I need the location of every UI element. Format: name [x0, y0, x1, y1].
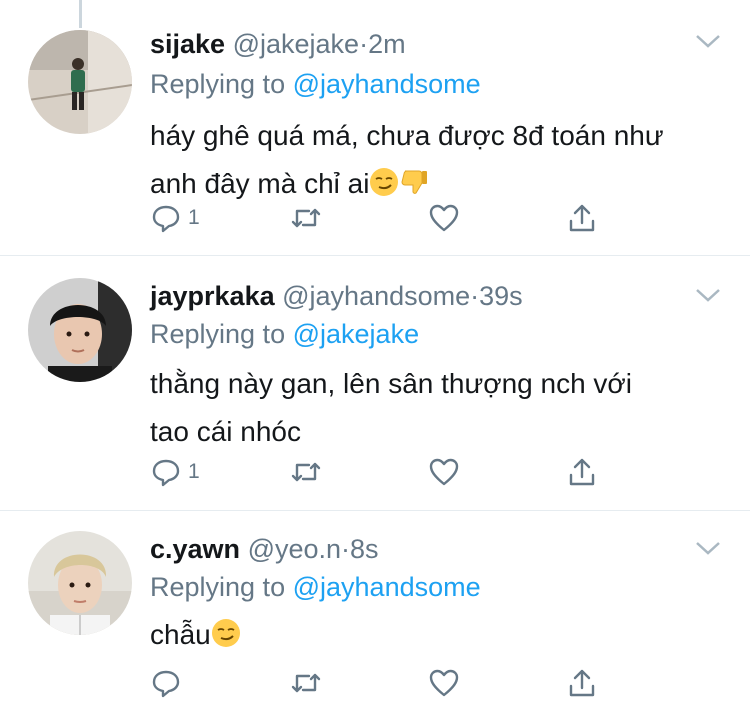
share-button[interactable]	[566, 665, 598, 701]
replying-to-label: Replying to	[150, 572, 286, 602]
replying-to-handle[interactable]: @jayhandsome	[293, 69, 481, 99]
tweet-header: c.yawn @yeo.n·8s	[150, 533, 379, 565]
smirking-face-emoji-icon	[369, 167, 399, 197]
tweet-sijake[interactable]: sijake @jakejake·2m Replying to @jayhand…	[0, 0, 750, 255]
like-button[interactable]	[428, 200, 460, 236]
retweet-icon	[291, 208, 321, 228]
separator-dot: ·	[341, 534, 351, 564]
separator-dot: ·	[470, 281, 480, 311]
chevron-down-icon[interactable]	[694, 32, 722, 50]
replying-to-label: Replying to	[150, 69, 286, 99]
like-icon	[429, 458, 459, 486]
retweet-icon	[291, 462, 321, 482]
retweet-button[interactable]	[290, 200, 322, 236]
tweet-text: háy ghê quá má, chưa được 8đ toán như an…	[150, 112, 720, 208]
retweet-icon	[291, 673, 321, 693]
reply-icon	[152, 459, 180, 487]
avatar[interactable]	[28, 30, 132, 134]
timestamp[interactable]: 8s	[350, 534, 379, 564]
avatar[interactable]	[28, 278, 132, 382]
share-icon	[569, 669, 595, 697]
like-icon	[429, 669, 459, 697]
reply-button[interactable]	[150, 665, 188, 701]
tweet-actions: 1	[150, 200, 620, 240]
display-name[interactable]: sijake	[150, 29, 225, 59]
replying-to-handle[interactable]: @jakejake	[293, 319, 419, 349]
display-name[interactable]: c.yawn	[150, 534, 240, 564]
timestamp[interactable]: 39s	[479, 281, 523, 311]
reply-icon	[152, 670, 180, 698]
share-button[interactable]	[566, 454, 598, 490]
reply-count: 1	[188, 206, 200, 229]
replying-to-label: Replying to	[150, 319, 286, 349]
reply-button[interactable]: 1	[150, 200, 200, 236]
thumbs-down-emoji-icon	[399, 167, 429, 197]
tweet-header: sijake @jakejake·2m	[150, 28, 406, 60]
share-icon	[569, 458, 595, 486]
chevron-down-icon[interactable]	[694, 539, 722, 557]
replying-to: Replying to @jayhandsome	[150, 571, 481, 603]
tweet-text-line: tao cái nhóc	[150, 416, 301, 447]
tweet-text: thằng này gan, lên sân thượng nch với ta…	[150, 360, 720, 456]
like-icon	[429, 204, 459, 232]
retweet-button[interactable]	[290, 665, 322, 701]
replying-to: Replying to @jakejake	[150, 318, 419, 350]
share-icon	[569, 204, 595, 232]
reply-icon	[152, 205, 180, 233]
reply-count: 1	[188, 460, 200, 483]
tweet-actions: 1	[150, 454, 620, 494]
like-button[interactable]	[428, 665, 460, 701]
chevron-down-icon[interactable]	[694, 286, 722, 304]
tweet-text-line: thằng này gan, lên sân thượng nch với	[150, 368, 633, 399]
user-handle[interactable]: @jakejake	[233, 29, 359, 59]
replying-to: Replying to @jayhandsome	[150, 68, 481, 100]
like-button[interactable]	[428, 454, 460, 490]
tweet-text: chẫu	[150, 611, 720, 659]
timestamp[interactable]: 2m	[368, 29, 406, 59]
reply-button[interactable]: 1	[150, 454, 200, 490]
tweet-text-line: chẫu	[150, 619, 211, 650]
avatar[interactable]	[28, 531, 132, 635]
replying-to-handle[interactable]: @jayhandsome	[293, 572, 481, 602]
tweet-jayprkaka[interactable]: jayprkaka @jayhandsome·39s Replying to @…	[0, 256, 750, 510]
retweet-button[interactable]	[290, 454, 322, 490]
tweet-header: jayprkaka @jayhandsome·39s	[150, 280, 523, 312]
tweet-actions	[150, 665, 620, 705]
tweet-text-line: háy ghê quá má, chưa được 8đ toán như	[150, 120, 664, 151]
smirking-face-emoji-icon	[211, 618, 241, 648]
tweet-text-line: anh đây mà chỉ ai	[150, 168, 370, 199]
share-button[interactable]	[566, 200, 598, 236]
tweet-c-yawn[interactable]: c.yawn @yeo.n·8s Replying to @jayhandsom…	[0, 511, 750, 721]
user-handle[interactable]: @jayhandsome	[282, 281, 470, 311]
display-name[interactable]: jayprkaka	[150, 281, 275, 311]
user-handle[interactable]: @yeo.n	[248, 534, 341, 564]
separator-dot: ·	[359, 29, 369, 59]
